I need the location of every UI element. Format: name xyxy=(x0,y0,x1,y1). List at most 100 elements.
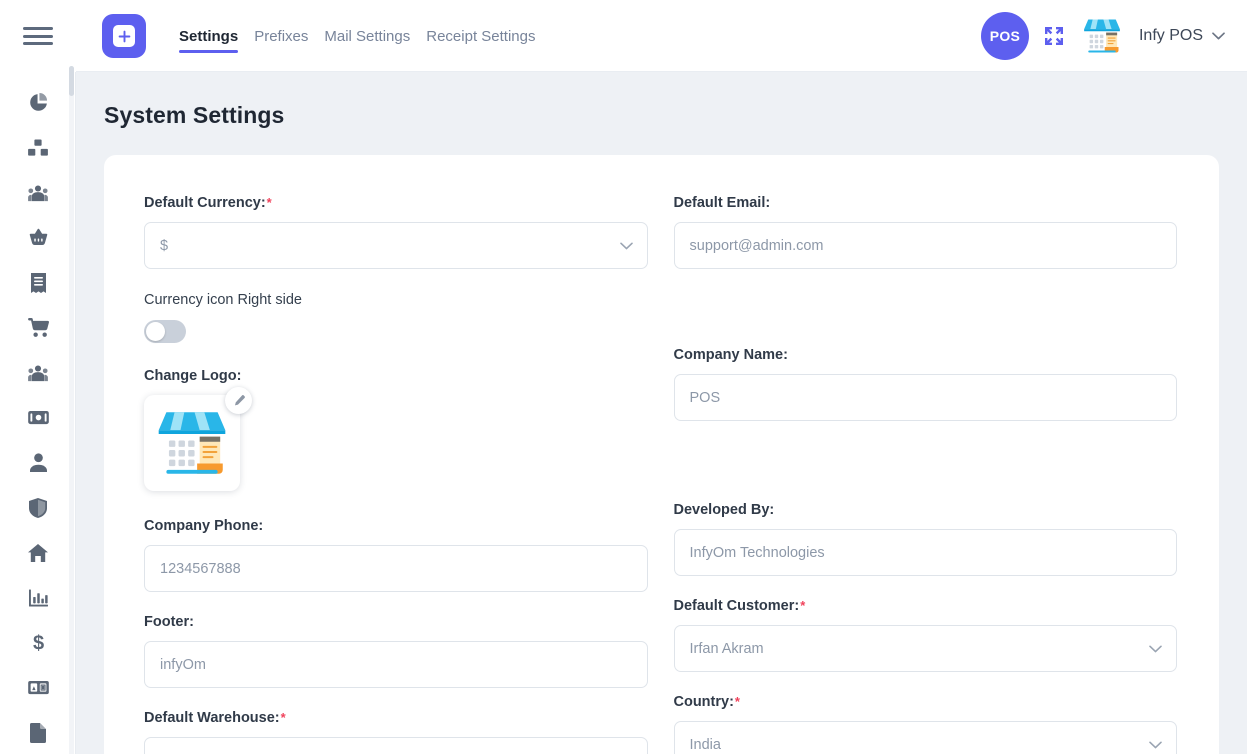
top-header: Settings Prefixes Mail Settings Receipt Set… xyxy=(76,0,1247,72)
company-name-value: POS xyxy=(689,389,721,406)
svg-text:$: $ xyxy=(32,633,43,654)
add-button[interactable] xyxy=(102,14,146,58)
sidebar-item-reports[interactable] xyxy=(0,575,76,620)
company-phone-label: Company Phone: xyxy=(144,518,264,534)
fullscreen-expand-icon[interactable] xyxy=(1043,25,1065,47)
page-title: System Settings xyxy=(104,102,285,128)
shop-logo-icon[interactable] xyxy=(1079,13,1125,59)
sidebar-item-dashboard[interactable] xyxy=(0,80,76,125)
avatar[interactable]: POS xyxy=(980,12,1029,60)
country-label: Country:* xyxy=(673,694,740,710)
bar-chart-icon xyxy=(28,588,48,607)
sidebar-item-pages[interactable] xyxy=(0,710,76,754)
sidebar-item-currency[interactable]: $ xyxy=(0,620,76,665)
default-currency-select[interactable]: $ xyxy=(144,222,648,269)
app-root: $ Settings Prefixes Mail Settings Receipt S… xyxy=(0,0,1247,754)
default-currency-value: $ xyxy=(160,237,169,254)
shield-icon xyxy=(29,497,47,518)
tab-settings[interactable]: Settings xyxy=(179,21,239,53)
required-marker: * xyxy=(734,694,740,709)
required-marker: * xyxy=(280,710,286,725)
hamburger-icon[interactable] xyxy=(23,25,53,47)
money-bill-icon xyxy=(27,410,49,425)
tab-prefixes[interactable]: Prefixes xyxy=(254,21,308,51)
developed-by-input[interactable]: InfyOm Technologies xyxy=(673,529,1177,576)
sidebar-item-products[interactable] xyxy=(0,125,76,170)
people-group-icon xyxy=(28,364,48,382)
settings-card: Default Currency:* $ Currency icon Right… xyxy=(104,155,1219,754)
sidebar: $ xyxy=(0,0,76,754)
shopping-cart-icon xyxy=(27,318,49,337)
pencil-icon xyxy=(234,394,245,405)
sidebar-item-warehouse[interactable] xyxy=(0,530,76,575)
sidebar-item-sales[interactable] xyxy=(0,305,76,350)
sidebar-scrollbar-thumb[interactable] xyxy=(69,66,74,96)
chevron-down-icon xyxy=(619,242,633,249)
field-default-warehouse: Default Warehouse:* warehouse xyxy=(144,710,648,754)
field-developed-by: Developed By: InfyOm Technologies xyxy=(673,502,1177,576)
sidebar-nav: $ xyxy=(0,72,76,754)
receipt-icon xyxy=(30,272,47,293)
default-warehouse-select[interactable]: warehouse xyxy=(144,737,648,754)
field-default-email: Default Email: support@admin.com xyxy=(673,195,1177,269)
sidebar-scrollbar[interactable] xyxy=(69,66,74,754)
settings-tabs: Settings Prefixes Mail Settings Receipt Set… xyxy=(179,14,535,58)
chevron-down-icon xyxy=(1212,32,1225,40)
brand-dropdown[interactable]: Infy POS xyxy=(1139,27,1225,45)
header-actions: POS Infy POS xyxy=(980,12,1225,60)
id-card-icon xyxy=(27,680,49,695)
logo-uploader[interactable] xyxy=(144,387,252,491)
currency-icon-right-label: Currency icon Right side xyxy=(144,292,302,308)
default-email-label: Default Email: xyxy=(673,195,771,211)
sidebar-item-roles[interactable] xyxy=(0,485,76,530)
default-email-input[interactable]: support@admin.com xyxy=(673,222,1177,269)
country-value: India xyxy=(689,736,721,753)
plus-icon xyxy=(113,25,135,47)
home-icon xyxy=(28,543,48,562)
tab-mail-settings[interactable]: Mail Settings xyxy=(324,21,410,51)
company-name-input[interactable]: POS xyxy=(673,374,1177,421)
left-column: Default Currency:* $ Currency icon Right… xyxy=(144,195,648,754)
footer-input[interactable]: infyOm xyxy=(144,641,648,688)
sidebar-item-purchases[interactable] xyxy=(0,215,76,260)
default-customer-select[interactable]: Irfan Akram xyxy=(673,625,1177,672)
document-icon xyxy=(30,722,46,743)
developed-by-label: Developed By: xyxy=(673,502,775,518)
currency-icon-right-toggle[interactable] xyxy=(144,320,186,343)
sidebar-item-cards[interactable] xyxy=(0,665,76,710)
field-footer: Footer: infyOm xyxy=(144,614,648,688)
logo-edit-button[interactable] xyxy=(225,387,252,414)
field-country: Country:* India xyxy=(673,694,1177,754)
default-customer-label: Default Customer:* xyxy=(673,598,806,614)
user-icon xyxy=(29,453,47,472)
field-currency-icon-right: Currency icon Right side xyxy=(144,292,648,343)
dollar-icon: $ xyxy=(32,632,45,654)
right-column: Default Email: support@admin.com Company… xyxy=(673,195,1177,754)
sidebar-nav-list: $ xyxy=(0,72,76,754)
required-marker: * xyxy=(800,598,806,613)
country-select[interactable]: India xyxy=(673,721,1177,754)
company-phone-input[interactable]: 1234567888 xyxy=(144,545,648,592)
boxes-icon xyxy=(28,138,48,157)
change-logo-label: Change Logo: xyxy=(144,368,242,384)
chevron-down-icon xyxy=(1149,645,1162,652)
sidebar-item-cash[interactable] xyxy=(0,395,76,440)
tab-receipt-settings[interactable]: Receipt Settings xyxy=(426,21,535,51)
sidebar-item-suppliers[interactable] xyxy=(0,170,76,215)
sidebar-header xyxy=(0,0,76,72)
field-change-logo: Change Logo: xyxy=(144,368,648,491)
default-customer-value: Irfan Akram xyxy=(689,640,764,657)
sidebar-item-invoices[interactable] xyxy=(0,260,76,305)
company-phone-value: 1234567888 xyxy=(160,560,241,577)
field-default-currency: Default Currency:* $ xyxy=(144,195,648,269)
field-company-phone: Company Phone: 1234567888 xyxy=(144,518,648,592)
sidebar-item-customers[interactable] xyxy=(0,350,76,395)
default-currency-label: Default Currency:* xyxy=(144,195,272,211)
field-company-name: Company Name: POS xyxy=(673,347,1177,421)
developed-by-value: InfyOm Technologies xyxy=(689,544,825,561)
brand-name-label: Infy POS xyxy=(1138,27,1203,44)
sidebar-item-users[interactable] xyxy=(0,440,76,485)
required-marker: * xyxy=(266,195,272,210)
basket-icon xyxy=(29,228,48,247)
shop-logo-icon xyxy=(144,395,240,491)
